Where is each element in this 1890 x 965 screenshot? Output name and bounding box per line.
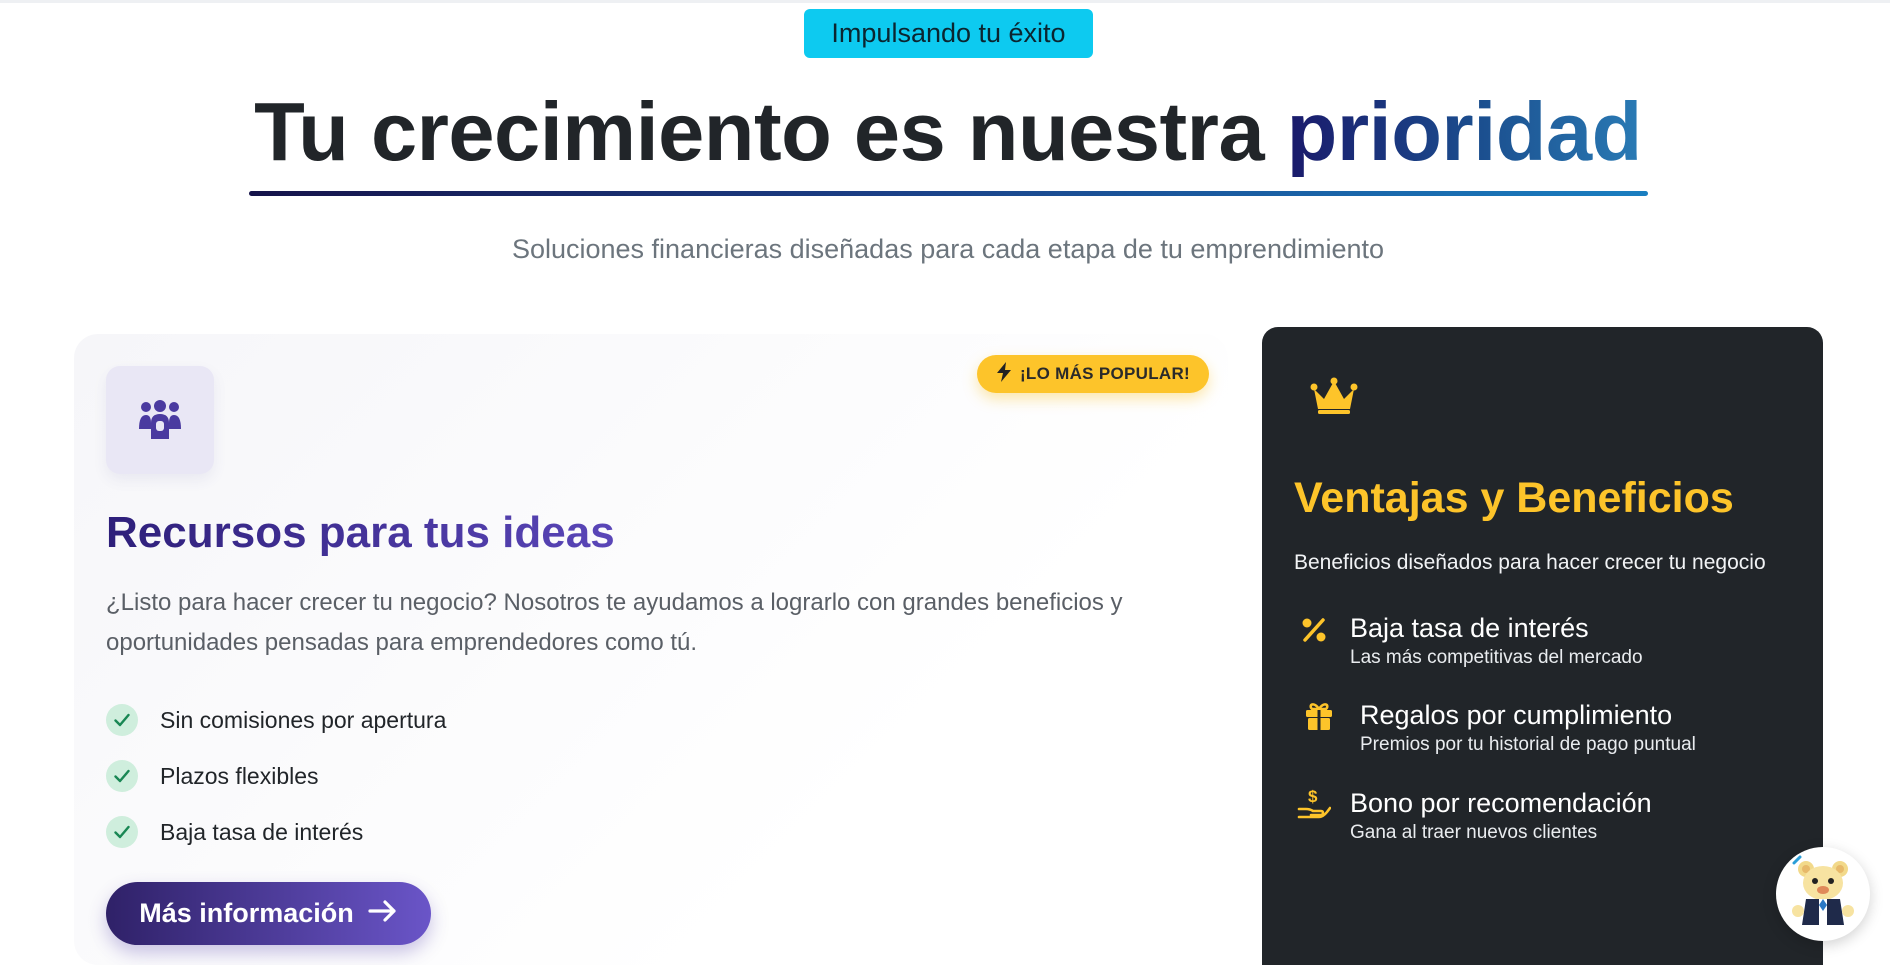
check-icon [106,816,138,848]
hero-underline [249,191,1648,196]
benefit-item: Baja tasa de interés Las más competitiva… [1294,612,1643,672]
bolt-icon [996,361,1012,387]
top-border [0,0,1890,3]
popular-badge: ¡LO MÁS POPULAR! [977,355,1209,393]
resources-description: ¿Listo para hacer crecer tu negocio? Nos… [106,589,1123,656]
benefit-description: Gana al traer nuevos clientes [1350,822,1598,843]
svg-text:$: $ [1308,787,1318,806]
percent-icon [1294,612,1334,672]
feature-item: Plazos flexibles [106,748,446,804]
more-info-button[interactable]: Más información [106,882,431,945]
benefit-description: Premios por tu historial de pago puntual [1360,734,1696,755]
resources-title: Recursos para tus ideas [106,508,615,557]
benefit-item: $ Bono por recomendación Gana al traer n… [1294,787,1652,847]
feature-item: Sin comisiones por apertura [106,692,446,748]
check-icon [106,704,138,736]
crown-icon [1310,377,1358,420]
hero-title-main: Tu crecimiento es nuestra [254,85,1287,178]
hero-subtitle: Soluciones financieras diseñadas para ca… [511,234,1385,264]
hand-coin-icon: $ [1294,787,1334,847]
hero-title-accent: prioridad [1286,85,1643,178]
chat-widget-button[interactable] [1776,847,1870,941]
mascot-bear-icon [1788,855,1858,934]
more-info-button-label: Más información [139,898,354,928]
benefit-item: Regalos por cumplimiento Premios por tu … [1302,699,1696,759]
arrow-right-icon [368,898,398,929]
benefit-title: Bono por recomendación [1350,788,1652,818]
feature-item: Baja tasa de interés [106,804,446,860]
benefits-title: Ventajas y Beneficios [1294,474,1734,522]
feature-list: Sin comisiones por apertura Plazos flexi… [106,692,446,860]
popular-badge-label: ¡LO MÁS POPULAR! [1019,364,1191,383]
benefit-title: Regalos por cumplimiento [1360,700,1673,730]
check-icon [106,760,138,792]
hero-badge: Impulsando tu éxito [804,9,1093,58]
gift-icon [1302,699,1336,759]
hero-title: Tu crecimiento es nuestra prioridad [0,84,1890,180]
users-group-icon [106,366,214,474]
benefit-title: Baja tasa de interés [1350,613,1589,643]
feature-label: Baja tasa de interés [160,818,364,845]
benefit-description: Las más competitivas del mercado [1350,647,1643,668]
benefits-subtitle: Beneficios diseñados para hacer crecer t… [1294,551,1766,574]
feature-label: Sin comisiones por apertura [160,706,447,733]
feature-label: Plazos flexibles [160,762,319,789]
